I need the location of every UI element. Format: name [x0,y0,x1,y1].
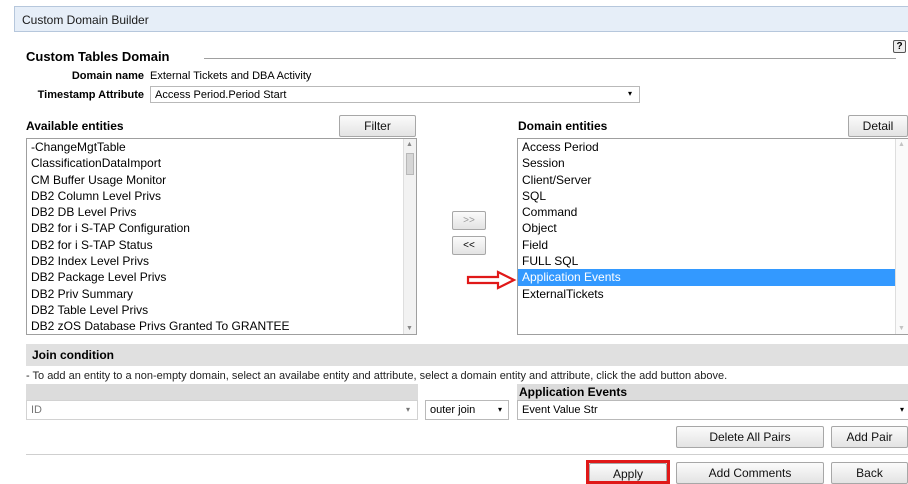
available-list-scrollbar[interactable]: ▲ ▼ [403,139,416,334]
chevron-down-icon: ▾ [899,405,904,414]
left-attribute-value: ID [31,404,42,416]
list-item[interactable]: DB2 Column Level Privs [27,188,416,204]
add-pair-button[interactable]: Add Pair [831,426,908,448]
list-item[interactable]: Object [518,220,908,236]
join-right-column-header: Application Events [517,384,908,400]
left-attribute-select[interactable]: ID ▾ [26,400,418,420]
join-type-value: outer join [430,404,476,416]
list-item[interactable]: SQL [518,188,908,204]
list-item[interactable]: DB2 Index Level Privs [27,253,416,269]
scroll-down-icon[interactable]: ▼ [406,325,413,332]
right-attribute-select[interactable]: Event Value Str ▾ [517,400,908,420]
list-item[interactable]: Client/Server [518,172,908,188]
list-item[interactable]: DB2 DB Level Privs [27,204,416,220]
chevron-down-icon: ▾ [497,405,502,414]
list-item[interactable]: DB2 Priv Summary [27,286,416,302]
list-item[interactable]: Command [518,204,908,220]
list-item[interactable]: DB2 Package Level Privs [27,269,416,285]
list-item[interactable]: -ChangeMgtTable [27,139,416,155]
list-item[interactable]: DB2 for i S-TAP Status [27,237,416,253]
window-title: Custom Domain Builder [22,13,149,27]
chevron-down-icon: ▾ [405,405,410,414]
domain-name-label: Domain name [71,70,144,82]
domain-entities-label: Domain entities [518,119,608,133]
list-item-selected[interactable]: Application Events [518,269,908,286]
list-item[interactable]: ClassificationDataImport [27,155,416,171]
right-attribute-value: Event Value Str [522,404,598,416]
available-entities-list[interactable]: -ChangeMgtTable ClassificationDataImport… [26,138,417,335]
annotation-arrow-icon [466,270,517,290]
timestamp-attribute-label: Timestamp Attribute [37,89,144,101]
join-left-column-header [26,384,418,400]
domain-list-scrollbar[interactable]: ▲ ▼ [895,139,908,334]
list-item[interactable]: Access Period [518,139,908,155]
list-item[interactable]: DB2 Table Level Privs [27,302,416,318]
scroll-down-icon[interactable]: ▼ [898,325,905,332]
domain-name-value: External Tickets and DBA Activity [150,70,312,82]
list-item[interactable]: CM Buffer Usage Monitor [27,172,416,188]
available-entities-label: Available entities [26,119,124,133]
timestamp-attribute-select[interactable]: Access Period.Period Start ▾ [150,86,640,103]
list-item[interactable]: Session [518,155,908,171]
join-condition-header: Join condition [26,344,908,366]
back-button[interactable]: Back [831,462,908,484]
detail-button[interactable]: Detail [848,115,908,137]
list-item[interactable]: DB2 for i S-TAP Configuration [27,220,416,236]
add-entity-button[interactable]: >> [452,211,486,230]
delete-all-pairs-button[interactable]: Delete All Pairs [676,426,824,448]
join-condition-title: Join condition [32,348,114,362]
list-item[interactable]: ExternalTickets [518,286,908,302]
timestamp-attribute-value: Access Period.Period Start [155,89,287,101]
join-type-select[interactable]: outer join ▾ [425,400,509,420]
chevron-down-icon: ▾ [627,89,632,98]
join-right-entity-name: Application Events [519,385,628,399]
apply-highlight-box [586,460,670,484]
help-icon[interactable]: ? [893,40,906,53]
remove-entity-button[interactable]: << [452,236,486,255]
join-hint-text: - To add an entity to a non-empty domain… [26,370,728,382]
list-item[interactable]: Field [518,237,908,253]
filter-button[interactable]: Filter [339,115,416,137]
window-titlebar: Custom Domain Builder [14,6,908,32]
domain-entities-list[interactable]: Access Period Session Client/Server SQL … [517,138,908,335]
list-item[interactable]: FULL SQL [518,253,908,269]
list-item[interactable]: DB2 zOS Database Privs Granted To GRANTE… [27,318,416,334]
scroll-up-icon[interactable]: ▲ [406,141,413,148]
heading-divider [204,58,896,59]
add-comments-button[interactable]: Add Comments [676,462,824,484]
domain-heading: Custom Tables Domain [26,49,170,64]
scroll-thumb[interactable] [406,153,414,175]
footer-divider [26,454,908,455]
scroll-up-icon[interactable]: ▲ [898,141,905,148]
